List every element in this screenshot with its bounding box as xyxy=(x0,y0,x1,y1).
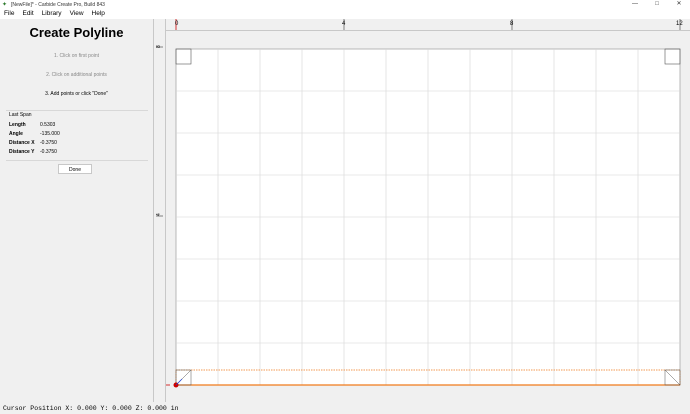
done-button[interactable]: Done xyxy=(58,164,92,174)
step-3: 3. Add points or click "Done" xyxy=(45,91,108,97)
menu-bar: File Edit Library View Help xyxy=(0,9,690,19)
window-title: [NewFile]* - Carbide Create Pro, Build 8… xyxy=(11,1,105,8)
window-controls: — □ ✕ xyxy=(624,0,690,9)
angle-row: Angle -135.000 xyxy=(9,131,60,137)
distance-x-label: Distance X xyxy=(9,140,35,146)
menu-library[interactable]: Library xyxy=(38,9,66,19)
angle-label: Angle xyxy=(9,131,23,137)
workarea xyxy=(175,48,681,386)
status-bar: Cursor Position X: 0.000 Y: 0.000 Z: 0.0… xyxy=(0,402,690,414)
close-icon[interactable]: ✕ xyxy=(668,0,690,9)
left-ruler: 8 4 xyxy=(154,19,166,402)
top-ruler-label-12: 12 xyxy=(676,21,683,27)
menu-help[interactable]: Help xyxy=(88,9,109,19)
left-ruler-label-4: 4 xyxy=(156,213,162,216)
menu-view[interactable]: View xyxy=(66,9,88,19)
length-label: Length xyxy=(9,122,26,128)
top-ruler: 0 4 8 12 xyxy=(166,19,690,31)
panel-title: Create Polyline xyxy=(29,25,124,40)
distance-x-row: Distance X -0.3750 xyxy=(9,140,57,146)
step-1: 1. Click on first point xyxy=(53,53,100,59)
angle-value: -135.000 xyxy=(40,131,60,137)
distance-y-row: Distance Y -0.3750 xyxy=(9,149,57,155)
menu-edit[interactable]: Edit xyxy=(18,9,37,19)
distance-y-value: -0.3750 xyxy=(40,149,57,155)
last-span-group: Last Span Length 0.5303 Angle -135.000 D… xyxy=(6,110,148,161)
app-icon: ✦ xyxy=(2,1,8,8)
title-bar: ✦ [NewFile]* - Carbide Create Pro, Build… xyxy=(0,0,690,9)
design-canvas[interactable] xyxy=(166,31,690,402)
distance-y-label: Distance Y xyxy=(9,149,35,155)
last-span-title: Last Span xyxy=(9,112,32,118)
menu-file[interactable]: File xyxy=(0,9,18,19)
cursor-position: Cursor Position X: 0.000 Y: 0.000 Z: 0.0… xyxy=(3,404,179,412)
tool-panel: Create Polyline 1. Click on first point … xyxy=(0,19,153,402)
length-value: 0.5303 xyxy=(40,122,56,128)
step-2: 2. Click on additional points xyxy=(46,72,107,78)
distance-x-value: -0.3750 xyxy=(40,140,57,146)
left-ruler-label-8: 8 xyxy=(156,45,162,48)
minimize-icon[interactable]: — xyxy=(624,0,646,9)
maximize-icon[interactable]: □ xyxy=(646,0,668,9)
length-row: Length 0.5303 xyxy=(9,122,55,128)
